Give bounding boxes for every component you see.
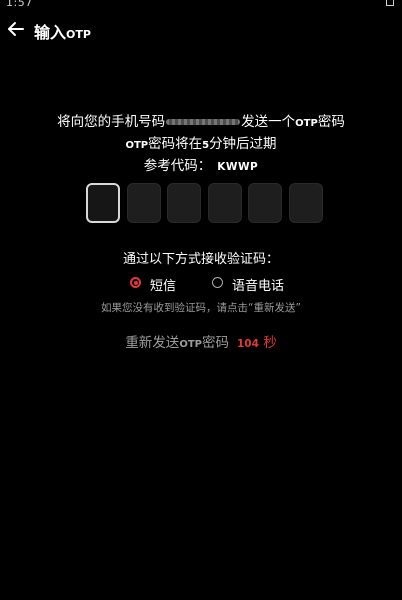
radio-option-sms[interactable]: 短信: [130, 275, 190, 294]
otp-digit-4[interactable]: [208, 183, 242, 223]
otp-digit-6[interactable]: [289, 183, 323, 223]
resend-countdown: 104 秒: [236, 335, 277, 351]
otp-digit-2[interactable]: [127, 183, 161, 223]
info-line-expiry: OTP密码将在5分钟后过期: [125, 136, 277, 152]
otp-digit-5[interactable]: [248, 183, 282, 223]
radio-selected-icon: [130, 277, 141, 288]
resend-hint-text: 如果您没有收到验证码，请点击“重新发送”: [101, 302, 301, 314]
radio-label-sms: 短信: [150, 279, 177, 294]
otp-digit-1[interactable]: [86, 183, 120, 223]
reference-code: KWWP: [217, 161, 259, 173]
otp-digit-3[interactable]: [167, 183, 201, 223]
top-bar: 输入OTP: [0, 14, 402, 48]
receive-method-title: 通过以下方式接收验证码：: [122, 252, 279, 267]
radio-unselected-icon: [212, 277, 223, 288]
info-line-reference: 参考代码： KWWP: [143, 158, 259, 174]
otp-info-block: 将向您的手机号码 发送一个OTP密码 OTP密码将在5分钟后过期 参考代码： KWW…: [0, 112, 402, 177]
resend-otp-button[interactable]: 重新发送OTP密码 104 秒: [0, 331, 402, 351]
status-indicator-icon: [386, 0, 394, 6]
status-time: 1:57: [6, 0, 33, 9]
otp-input-row: [86, 183, 326, 225]
info-line-phone: 将向您的手机号码 发送一个OTP密码: [57, 114, 345, 130]
radio-option-voice-call[interactable]: 语音电话: [212, 275, 292, 294]
status-bar: 1:57: [0, 0, 402, 10]
back-arrow-icon[interactable]: [6, 18, 26, 40]
radio-label-voice-call: 语音电话: [232, 279, 285, 294]
page-title: 输入OTP: [34, 23, 91, 42]
masked-phone-number: [166, 119, 241, 125]
